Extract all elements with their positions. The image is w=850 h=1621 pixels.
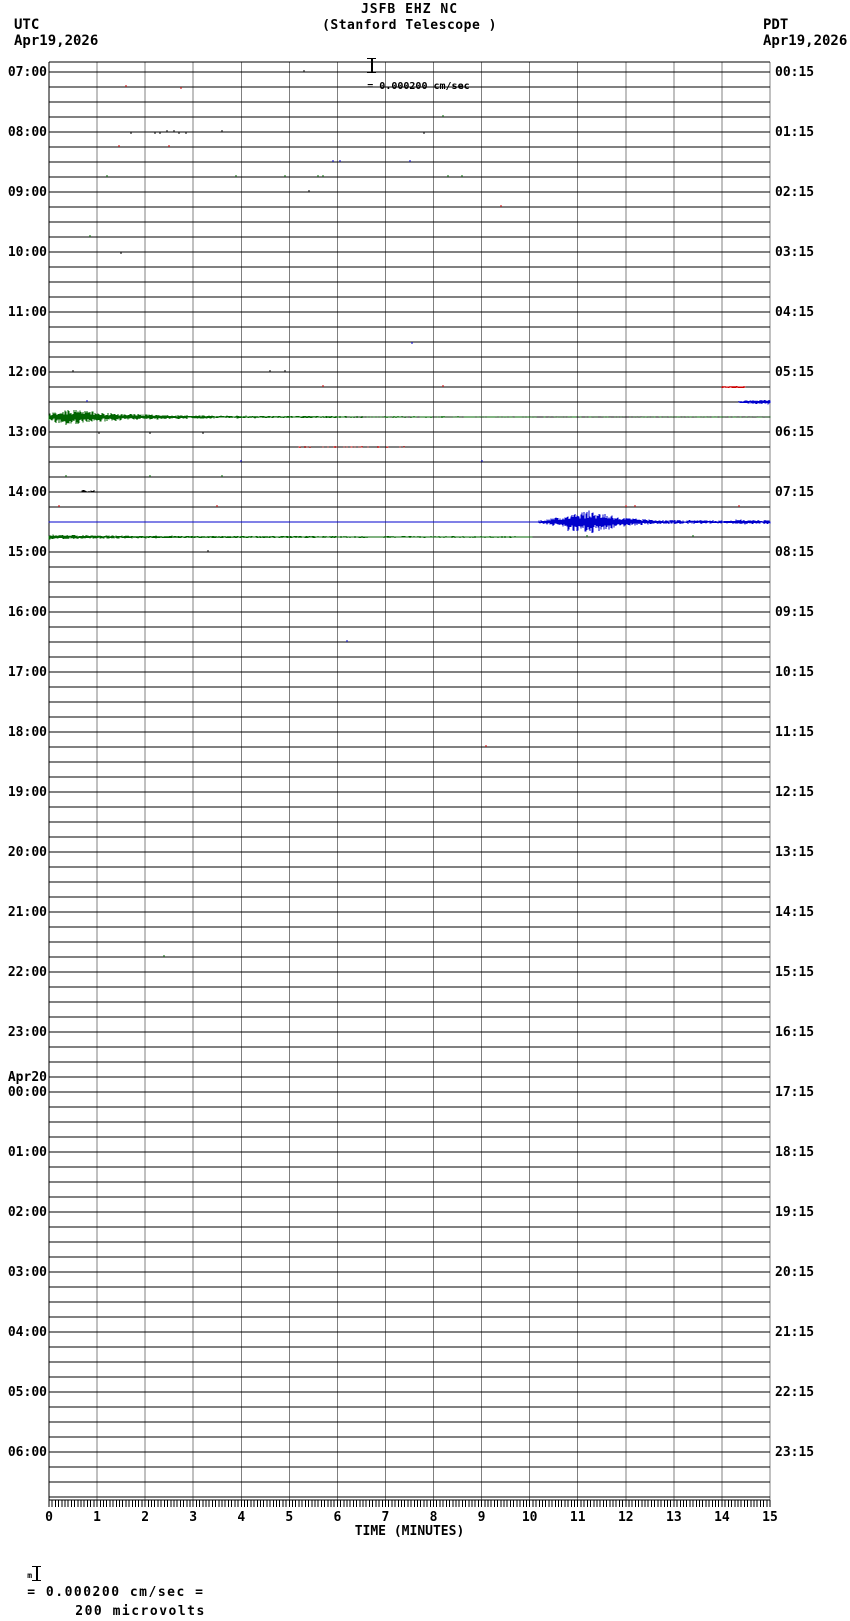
- x-axis-tick-label: 15: [762, 1510, 778, 1525]
- utc-hour-label: 22:00: [8, 965, 47, 980]
- utc-hour-label: 02:00: [8, 1205, 47, 1220]
- utc-hour-label: 07:00: [8, 65, 47, 80]
- x-axis-tick-label: 14: [714, 1510, 730, 1525]
- pdt-hour-label: 15:15: [775, 965, 814, 980]
- pdt-hour-label: 05:15: [775, 365, 814, 380]
- pdt-hour-label: 14:15: [775, 905, 814, 920]
- pdt-hour-label: 19:15: [775, 1205, 814, 1220]
- pdt-hour-label: 21:15: [775, 1325, 814, 1340]
- utc-hour-label: 21:00: [8, 905, 47, 920]
- footer-scale-text: = 0.000200 cm/sec =: [27, 1585, 205, 1600]
- pdt-hour-label: 06:15: [775, 425, 814, 440]
- pdt-hour-label: 12:15: [775, 785, 814, 800]
- pdt-hour-label: 13:15: [775, 845, 814, 860]
- utc-hour-label: 13:00: [8, 425, 47, 440]
- footer-ibeam-icon: [32, 1566, 42, 1581]
- date-change-label: Apr20: [8, 1070, 47, 1085]
- x-axis-tick-label: 8: [430, 1510, 438, 1525]
- utc-hour-label: 17:00: [8, 665, 47, 680]
- x-axis-tick-label: 7: [382, 1510, 390, 1525]
- pdt-hour-label: 17:15: [775, 1085, 814, 1100]
- footer-scale-value: 200 microvolts: [75, 1604, 206, 1619]
- pdt-hour-label: 22:15: [775, 1385, 814, 1400]
- pdt-hour-label: 07:15: [775, 485, 814, 500]
- pdt-hour-label: 02:15: [775, 185, 814, 200]
- pdt-hour-label: 10:15: [775, 665, 814, 680]
- utc-hour-label: 05:00: [8, 1385, 47, 1400]
- x-axis-tick-label: 2: [141, 1510, 149, 1525]
- pdt-hour-label: 16:15: [775, 1025, 814, 1040]
- utc-hour-label: 04:00: [8, 1325, 47, 1340]
- utc-hour-label: 16:00: [8, 605, 47, 620]
- utc-hour-label: 11:00: [8, 305, 47, 320]
- pdt-hour-label: 18:15: [775, 1145, 814, 1160]
- utc-hour-label: 09:00: [8, 185, 47, 200]
- utc-hour-label: 15:00: [8, 545, 47, 560]
- utc-hour-label: 18:00: [8, 725, 47, 740]
- x-axis-tick-label: 12: [618, 1510, 634, 1525]
- seismic-trace: [48, 160, 771, 642]
- utc-hour-label: 01:00: [8, 1145, 47, 1160]
- x-axis-tick-label: 0: [45, 1510, 53, 1525]
- x-axis-tick-label: 6: [333, 1510, 341, 1525]
- x-axis-tick-label: 11: [570, 1510, 586, 1525]
- x-axis-title: TIME (MINUTES): [354, 1524, 465, 1539]
- utc-hour-label: 12:00: [8, 365, 47, 380]
- utc-hour-label: 00:00: [8, 1085, 47, 1100]
- x-axis-tick-label: 1: [93, 1510, 101, 1525]
- pdt-hour-label: 11:15: [775, 725, 814, 740]
- helicorder-page: { "header": { "title": "JSFB EHZ NC", "s…: [0, 0, 850, 1619]
- footer-scale-note: m = 0.000200 cm/sec = 200 microvolts: [8, 1545, 206, 1621]
- utc-hour-label: 20:00: [8, 845, 47, 860]
- x-axis-tick-label: 4: [237, 1510, 245, 1525]
- x-axis-tick-label: 9: [478, 1510, 486, 1525]
- pdt-hour-label: 03:15: [775, 245, 814, 260]
- pdt-hour-label: 08:15: [775, 545, 814, 560]
- utc-hour-label: 19:00: [8, 785, 47, 800]
- utc-hour-label: 06:00: [8, 1445, 47, 1460]
- utc-hour-label: 08:00: [8, 125, 47, 140]
- pdt-hour-label: 23:15: [775, 1445, 814, 1460]
- pdt-hour-label: 01:15: [775, 125, 814, 140]
- x-axis-tick-label: 5: [285, 1510, 293, 1525]
- helicorder-plot: 07:00 00:15 08:00 01:15 09:00 02:15 10:00 03:15…: [8, 61, 814, 1525]
- x-axis-tick-label: 3: [189, 1510, 197, 1525]
- utc-hour-label: 10:00: [8, 245, 47, 260]
- seismic-trace: [48, 115, 771, 957]
- pdt-hour-label: 04:15: [775, 305, 814, 320]
- pdt-hour-label: 00:15: [775, 65, 814, 80]
- utc-hour-label: 03:00: [8, 1265, 47, 1280]
- pdt-hour-label: 20:15: [775, 1265, 814, 1280]
- utc-hour-label: 14:00: [8, 485, 47, 500]
- x-axis-tick-label: 10: [522, 1510, 538, 1525]
- utc-hour-label: 23:00: [8, 1025, 47, 1040]
- seismic-trace: [72, 70, 425, 552]
- x-axis-tick-label: 13: [666, 1510, 682, 1525]
- pdt-hour-label: 09:15: [775, 605, 814, 620]
